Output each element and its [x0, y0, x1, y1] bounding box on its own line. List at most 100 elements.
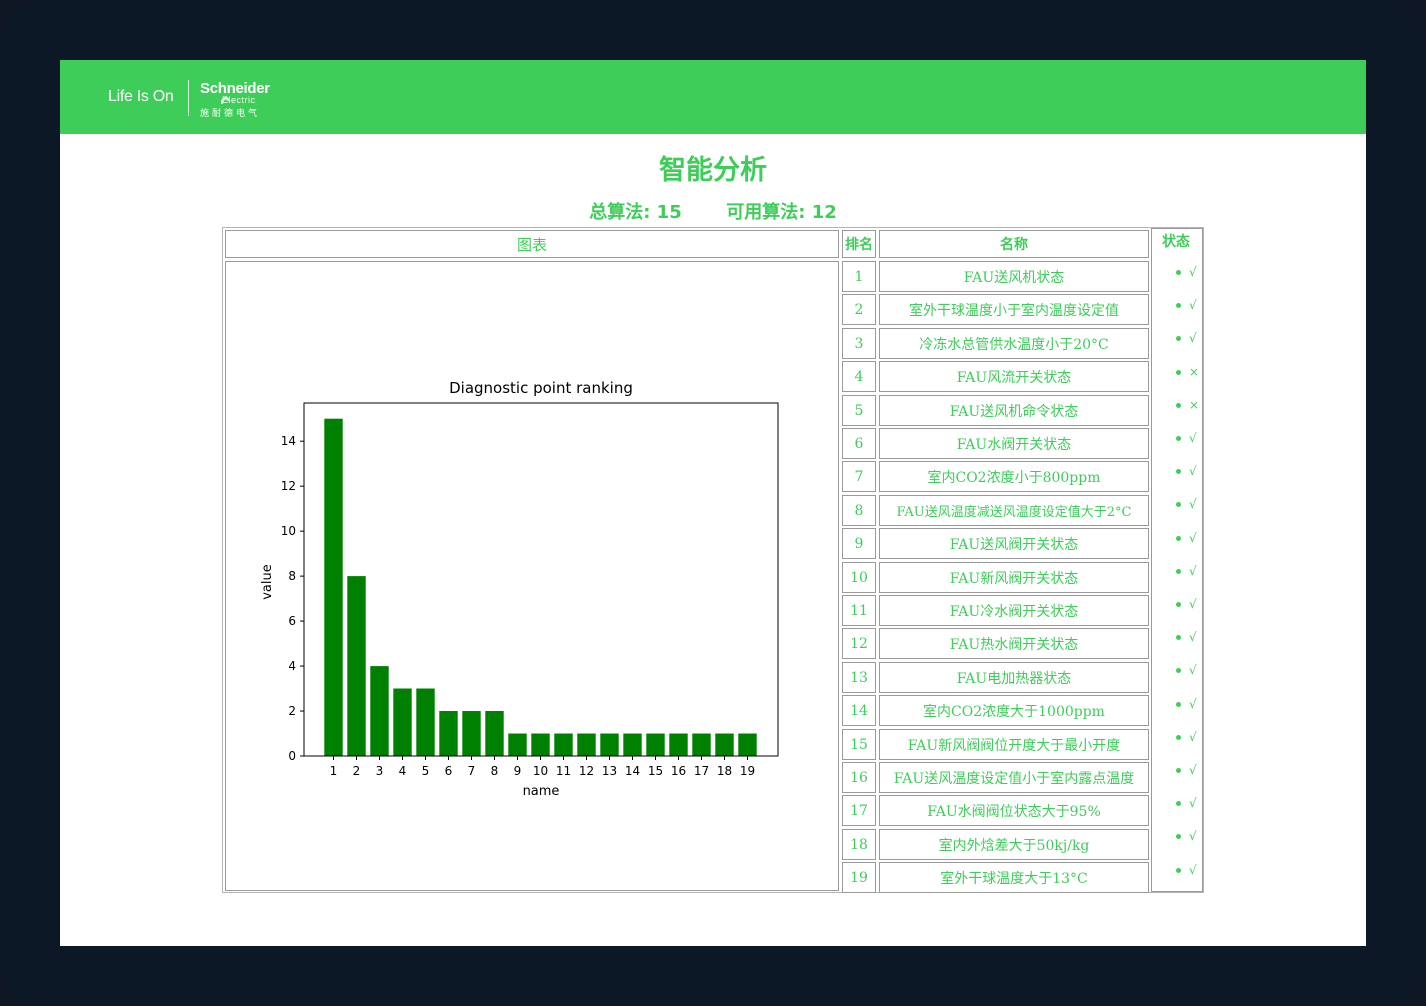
bullet-icon: [1176, 735, 1181, 740]
life-is-on-logo: Life Is On: [108, 88, 174, 105]
bar-chart: Diagnostic point ranking name value 12 3 4…: [260, 379, 779, 799]
chart-x-axis-label: name: [523, 784, 560, 799]
rank-cell: 5: [842, 395, 876, 426]
x-tick-label: 10: [533, 764, 548, 778]
status-mark: √: [1189, 730, 1197, 744]
bullet-icon: [1176, 436, 1181, 441]
status-mark: √: [1189, 497, 1197, 511]
status-mark: √: [1189, 464, 1197, 478]
logo-divider: [188, 80, 189, 116]
x-tick-label: 6: [445, 764, 453, 778]
status-column: 状态 √ √ √ × × √ √ √ √ √ √ √ √ √ √ √ √ √ √: [1151, 228, 1203, 892]
chart-cell: Diagnostic point ranking name value 12 3 4…: [225, 261, 839, 891]
x-tick-label: 13: [602, 764, 617, 778]
chart-bar: [531, 733, 550, 756]
rank-cell: 19: [842, 862, 876, 893]
rank-cell: 3: [842, 328, 876, 359]
x-tick-label: 1: [330, 764, 338, 778]
y-tick-label: 14: [281, 434, 296, 448]
status-item: √: [1176, 597, 1197, 611]
bullet-icon: [1176, 536, 1181, 541]
chart-bar: [416, 688, 435, 756]
ranking-table: 图表 排名 名称 Diagnostic point ranking name v…: [222, 227, 1204, 893]
chart-bar: [715, 733, 734, 756]
y-tick-label: 6: [288, 614, 296, 628]
y-tick-label: 4: [288, 659, 296, 673]
rank-cell: 16: [842, 762, 876, 793]
status-item: √: [1176, 663, 1197, 677]
name-cell: FAU新风阀阀位开度大于最小开度: [879, 729, 1149, 760]
y-tick-label: 12: [281, 479, 296, 493]
status-mark: ×: [1189, 398, 1200, 412]
status-mark: √: [1189, 564, 1197, 578]
chart-y-axis-label: value: [260, 564, 275, 600]
status-item: √: [1176, 531, 1197, 545]
header-rank: 排名: [842, 230, 876, 258]
status-item: √: [1176, 298, 1197, 312]
header-name: 名称: [879, 230, 1149, 258]
status-item: √: [1176, 497, 1197, 511]
x-tick-label: 18: [717, 764, 732, 778]
chart-bar: [370, 666, 389, 756]
x-tick-label: 3: [376, 764, 384, 778]
bullet-icon: [1176, 868, 1181, 873]
name-cell: FAU电加热器状态: [879, 662, 1149, 693]
chart-title: Diagnostic point ranking: [449, 379, 633, 397]
status-item: √: [1176, 464, 1197, 478]
x-tick-label: 5: [422, 764, 430, 778]
status-mark: √: [1189, 531, 1197, 545]
bullet-icon: [1176, 602, 1181, 607]
x-tick-label: 4: [399, 764, 407, 778]
status-item: √: [1176, 829, 1197, 843]
bullet-icon: [1176, 635, 1181, 640]
rank-cell: 4: [842, 361, 876, 392]
bullet-icon: [1176, 469, 1181, 474]
name-cell: FAU送风机状态: [879, 261, 1149, 292]
bullet-icon: [1176, 768, 1181, 773]
available-algorithms: 可用算法: 12: [726, 202, 837, 223]
chart-bar: [485, 711, 504, 756]
name-cell: 室内外焓差大于50kj/kg: [879, 829, 1149, 860]
chart-bar: [439, 711, 458, 756]
status-item: √: [1176, 265, 1197, 279]
status-item: √: [1176, 796, 1197, 810]
top-bar: Life Is On Schneider Electric 施耐德电气: [60, 60, 1366, 134]
bullet-icon: [1176, 668, 1181, 673]
name-cell: FAU热水阀开关状态: [879, 628, 1149, 659]
status-mark: √: [1189, 630, 1197, 644]
status-item: √: [1176, 697, 1197, 711]
electric-logo-text: Electric: [222, 95, 256, 105]
name-cell: 室内CO2浓度小于800ppm: [879, 461, 1149, 492]
bullet-icon: [1176, 569, 1181, 574]
chart-bar: [692, 733, 711, 756]
page-title: 智能分析: [659, 155, 767, 186]
app-screen: Life Is On Schneider Electric 施耐德电气 智能分析…: [60, 60, 1366, 946]
x-tick-label: 17: [694, 764, 709, 778]
chart-bar: [393, 688, 412, 756]
x-tick-label: 16: [671, 764, 686, 778]
status-mark: √: [1189, 298, 1197, 312]
status-mark: √: [1189, 663, 1197, 677]
status-item: √: [1176, 331, 1197, 345]
name-cell: FAU送风温度设定值小于室内露点温度: [879, 762, 1149, 793]
status-mark: √: [1189, 431, 1197, 445]
rank-cell: 6: [842, 428, 876, 459]
status-mark: √: [1189, 829, 1197, 843]
chart-bar: [462, 711, 481, 756]
header-status: 状态: [1162, 234, 1190, 250]
bullet-icon: [1176, 702, 1181, 707]
status-item: √: [1176, 763, 1197, 777]
name-cell: 室内CO2浓度大于1000ppm: [879, 695, 1149, 726]
status-mark: √: [1189, 763, 1197, 777]
name-cell: FAU新风阀开关状态: [879, 562, 1149, 593]
name-cell: FAU送风阀开关状态: [879, 528, 1149, 559]
status-mark: √: [1189, 597, 1197, 611]
name-cell: 室外干球温度小于室内温度设定值: [879, 294, 1149, 325]
rank-cell: 1: [842, 261, 876, 292]
header-chart: 图表: [225, 230, 839, 258]
name-cell: FAU风流开关状态: [879, 361, 1149, 392]
total-algorithms: 总算法: 15: [589, 202, 682, 223]
status-item: ×: [1176, 365, 1199, 379]
bullet-icon: [1176, 270, 1181, 275]
x-tick-label: 9: [514, 764, 522, 778]
